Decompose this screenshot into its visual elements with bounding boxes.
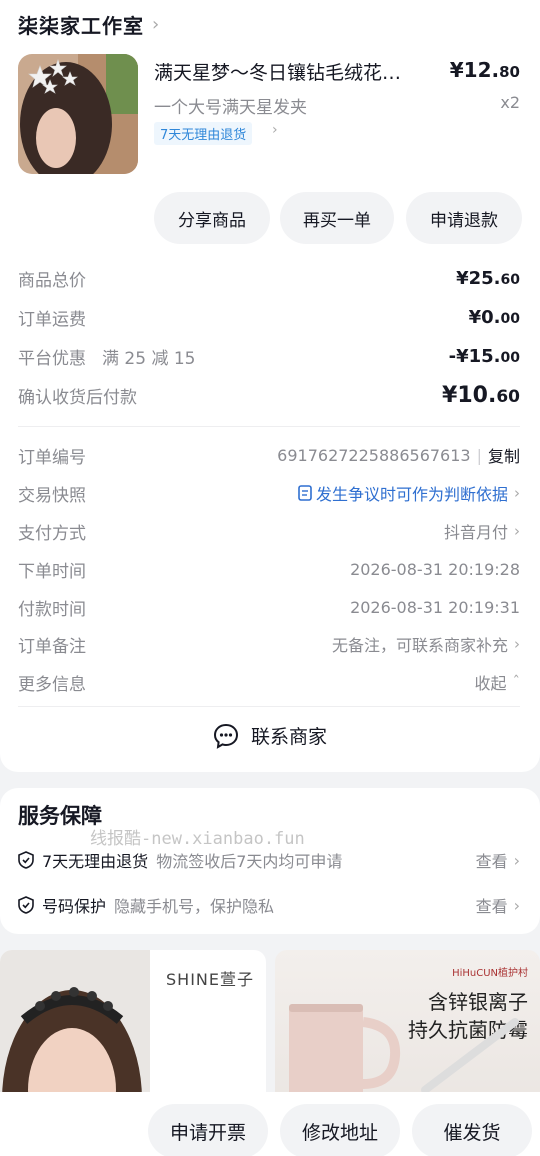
payment-method-value: 抖音月付 › bbox=[444, 519, 520, 543]
payment-method-row[interactable]: 支付方式 抖音月付 › bbox=[18, 517, 520, 545]
payment-due-value: ¥10.60 bbox=[442, 383, 520, 408]
ad-brand-left: SHINE萱子 bbox=[166, 970, 254, 989]
snapshot-row[interactable]: 交易快照 发生争议时可作为判断依据 › bbox=[18, 479, 520, 507]
service-item-name: 号码保护 bbox=[42, 897, 107, 916]
product-spec: 一个大号满天星发夹 bbox=[154, 98, 307, 118]
discount-cents: 00 bbox=[500, 349, 520, 366]
chevron-right-icon: › bbox=[513, 895, 520, 915]
request-refund-button[interactable]: 申请退款 bbox=[406, 192, 522, 244]
order-time-label: 下单时间 bbox=[18, 561, 86, 582]
document-icon bbox=[298, 485, 312, 501]
view-label: 查看 bbox=[475, 852, 508, 871]
chevron-right-icon: › bbox=[272, 122, 278, 138]
discount-row: 平台优惠 满 25 减 15 -¥15.00 bbox=[18, 342, 520, 370]
chevron-right-icon: › bbox=[514, 522, 520, 540]
payment-time-label: 付款时间 bbox=[18, 599, 86, 620]
collapse-label: 收起 bbox=[474, 674, 507, 693]
order-note-value: 无备注，可联系商家补充 › bbox=[332, 632, 520, 656]
price-cents: 80 bbox=[499, 63, 520, 81]
pay-cents: 60 bbox=[496, 386, 520, 407]
order-time: 2026-08-31 20:19:28 bbox=[350, 559, 520, 579]
chevron-right-icon: › bbox=[514, 635, 520, 653]
collapse-toggle[interactable]: 收起 ˆ bbox=[474, 670, 520, 694]
service-guarantee-card: 服务保障 7天无理由退货 物流签收后7天内均可申请 查看 › 号码保护 隐藏手机号… bbox=[0, 788, 540, 934]
divider bbox=[18, 426, 520, 427]
shipping-row: 订单运费 ¥0.00 bbox=[18, 303, 520, 331]
view-link[interactable]: 查看 › bbox=[476, 893, 520, 917]
snapshot-value: 发生争议时可作为判断依据 bbox=[315, 485, 508, 504]
pay-main: ¥10. bbox=[442, 382, 497, 408]
payment-time-row: 付款时间 2026-08-31 20:19:31 bbox=[18, 593, 520, 621]
return-tag-label: 7天无理由退货 bbox=[160, 128, 247, 143]
order-note-label: 订单备注 bbox=[18, 636, 86, 657]
more-info-label: 更多信息 bbox=[18, 674, 86, 695]
payment-method-label: 支付方式 bbox=[18, 523, 86, 544]
product-title[interactable]: 满天星梦～冬日镶钻毛绒花… bbox=[154, 58, 444, 85]
payment-time: 2026-08-31 20:19:31 bbox=[350, 597, 520, 617]
order-card: 柒柒家工作室 › 满天星梦～冬日镶钻毛绒花… ¥12.80 一个大号满天星发夹 … bbox=[0, 0, 540, 772]
watermark: 线报酷-new.xianbao.fun bbox=[90, 829, 305, 849]
shipping-value: ¥0.00 bbox=[469, 307, 520, 328]
subtotal-row: 商品总价 ¥25.60 bbox=[18, 264, 520, 292]
order-number-label: 订单编号 bbox=[18, 447, 86, 468]
chevron-right-icon: › bbox=[514, 484, 520, 502]
modify-address-button[interactable]: 修改地址 bbox=[280, 1104, 400, 1156]
product-thumbnail[interactable] bbox=[18, 54, 138, 174]
payment-method: 抖音月付 bbox=[443, 523, 508, 542]
shipping-label: 订单运费 bbox=[18, 309, 86, 330]
chat-icon bbox=[213, 723, 238, 749]
discount-rule: 满 25 减 15 bbox=[102, 348, 196, 369]
price-main: ¥12. bbox=[449, 58, 500, 82]
order-note-row[interactable]: 订单备注 无备注，可联系商家补充 › bbox=[18, 630, 520, 658]
discount-label: 平台优惠 bbox=[18, 348, 86, 369]
chevron-right-icon: › bbox=[152, 14, 161, 35]
subtotal-main: ¥25. bbox=[456, 267, 501, 289]
contact-merchant-label: 联系商家 bbox=[250, 726, 327, 748]
share-product-button[interactable]: 分享商品 bbox=[154, 192, 270, 244]
shop-header[interactable]: 柒柒家工作室 › bbox=[18, 10, 160, 39]
subtotal-cents: 60 bbox=[500, 271, 520, 288]
shield-icon bbox=[18, 851, 34, 869]
rebuy-button[interactable]: 再买一单 bbox=[280, 192, 394, 244]
order-number-value: 6917627225886567613 | 复制 bbox=[277, 443, 520, 467]
order-number-row: 订单编号 6917627225886567613 | 复制 bbox=[18, 441, 520, 469]
view-label: 查看 bbox=[475, 897, 508, 916]
view-link[interactable]: 查看 › bbox=[476, 848, 520, 872]
service-item-name: 7天无理由退货 bbox=[42, 852, 149, 871]
service-item-desc: 物流签收后7天内均可申请 bbox=[156, 852, 343, 871]
chevron-right-icon: › bbox=[513, 850, 520, 870]
product-quantity: x2 bbox=[500, 93, 520, 112]
payment-due-row: 确认收货后付款 ¥10.60 bbox=[18, 381, 520, 409]
order-note: 无备注，可联系商家补充 bbox=[331, 636, 508, 655]
product-price: ¥12.80 bbox=[450, 58, 520, 82]
divider bbox=[18, 706, 520, 707]
request-invoice-button[interactable]: 申请开票 bbox=[148, 1104, 268, 1156]
snapshot-label: 交易快照 bbox=[18, 485, 86, 506]
service-item-desc: 隐藏手机号，保护隐私 bbox=[114, 897, 275, 916]
order-number: 6917627225886567613 bbox=[277, 445, 471, 465]
payment-due-label: 确认收货后付款 bbox=[18, 387, 137, 408]
more-info-row[interactable]: 更多信息 收起 ˆ bbox=[18, 668, 520, 696]
return-policy-tag[interactable]: 7天无理由退货 bbox=[154, 122, 253, 145]
contact-merchant-button[interactable]: 联系商家 bbox=[0, 722, 540, 749]
copy-button[interactable]: 复制 bbox=[488, 443, 520, 467]
separator: | bbox=[476, 445, 482, 465]
shield-icon bbox=[18, 896, 34, 914]
shop-name: 柒柒家工作室 bbox=[18, 14, 144, 38]
order-time-row: 下单时间 2026-08-31 20:19:28 bbox=[18, 555, 520, 583]
chevron-up-icon: ˆ bbox=[512, 673, 521, 691]
shipping-cents: 00 bbox=[500, 310, 520, 327]
shipping-main: ¥0. bbox=[468, 306, 501, 328]
service-item[interactable]: 号码保护 隐藏手机号，保护隐私 查看 › bbox=[18, 891, 520, 919]
discount-value: -¥15.00 bbox=[449, 346, 520, 367]
discount-main: -¥15. bbox=[448, 345, 501, 367]
snapshot-link[interactable]: 发生争议时可作为判断依据 › bbox=[298, 481, 520, 505]
service-item[interactable]: 7天无理由退货 物流签收后7天内均可申请 查看 › bbox=[18, 846, 520, 874]
subtotal-label: 商品总价 bbox=[18, 270, 86, 291]
urge-shipping-button[interactable]: 催发货 bbox=[412, 1104, 532, 1156]
subtotal-value: ¥25.60 bbox=[456, 268, 520, 289]
